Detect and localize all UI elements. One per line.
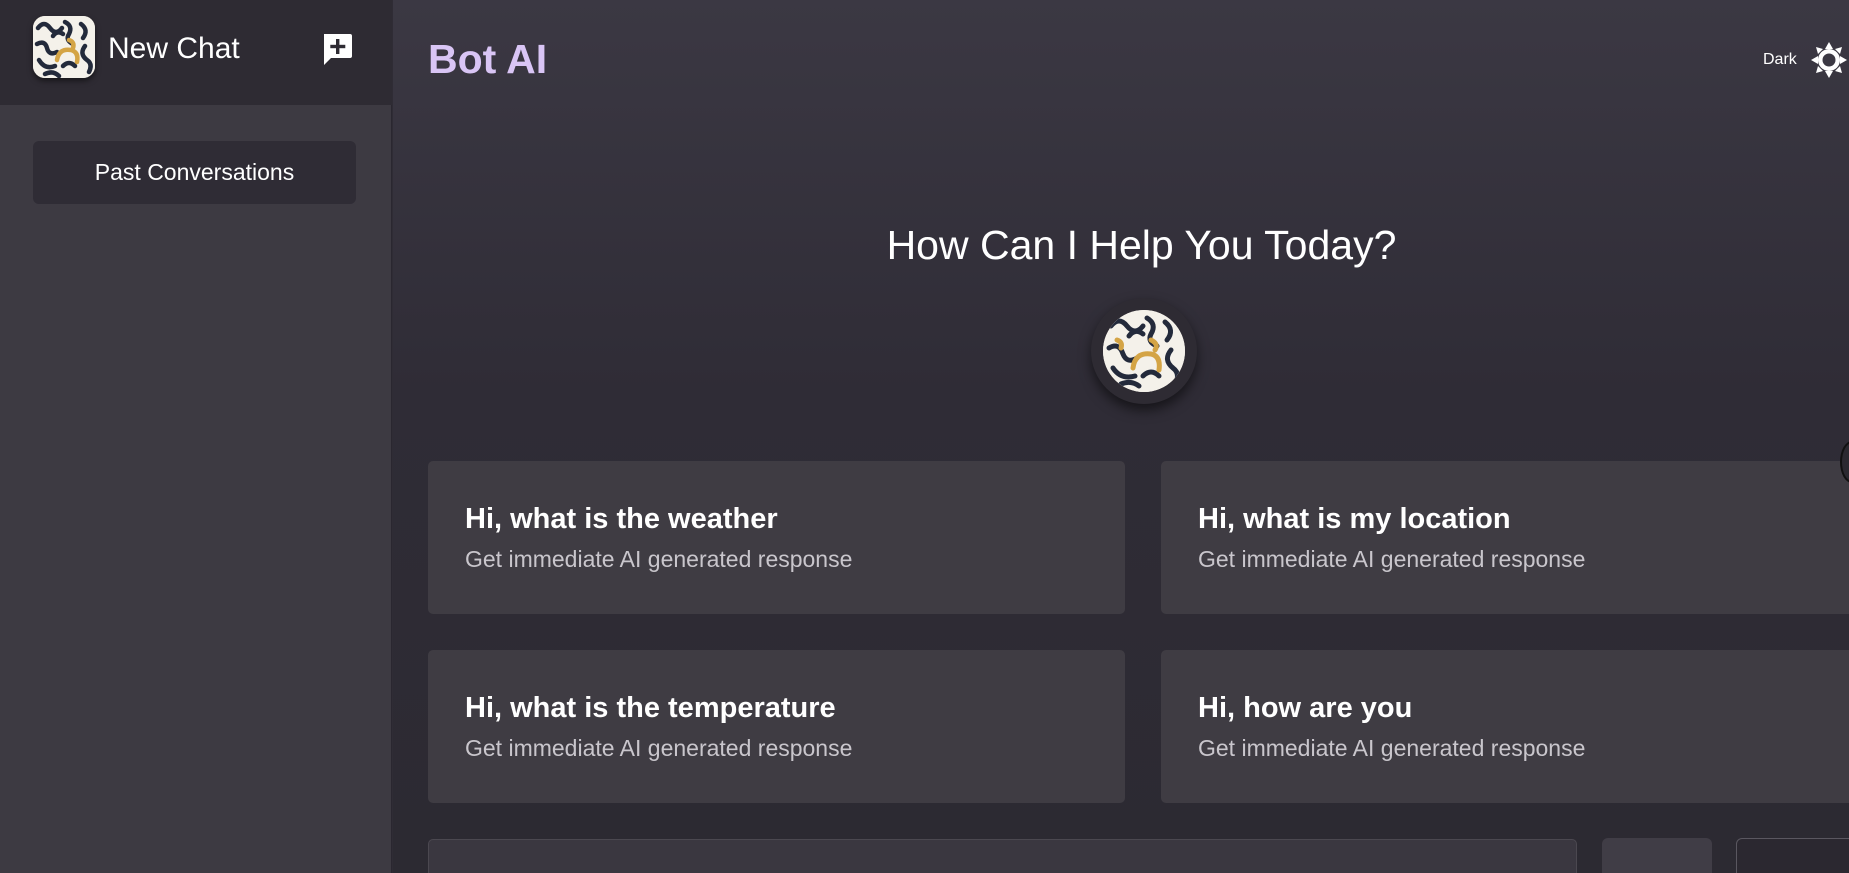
past-conversations-button[interactable]: Past Conversations bbox=[33, 141, 356, 204]
suggestion-card[interactable]: Hi, what is my location Get immediate AI… bbox=[1161, 461, 1849, 614]
suggestion-card[interactable]: Hi, what is the weather Get immediate AI… bbox=[428, 461, 1125, 614]
suggestion-subtitle: Get immediate AI generated response bbox=[1198, 735, 1586, 761]
new-chat-label[interactable]: New Chat bbox=[108, 32, 240, 66]
doodle-logo-icon bbox=[1103, 310, 1185, 392]
suggestion-title: Hi, what is the weather bbox=[465, 503, 778, 535]
theme-label: Dark bbox=[1763, 51, 1797, 68]
headline: How Can I Help You Today? bbox=[886, 222, 1397, 268]
suggestion-subtitle: Get immediate AI generated response bbox=[1198, 546, 1586, 572]
suggestion-card[interactable]: Hi, how are you Get immediate AI generat… bbox=[1161, 650, 1849, 803]
app-window: New Chat Past Conversations Bot AI Dark bbox=[0, 0, 1849, 873]
suggestion-card[interactable]: Hi, what is the temperature Get immediat… bbox=[428, 650, 1125, 803]
sidebar: New Chat Past Conversations bbox=[0, 0, 392, 873]
suggestion-title: Hi, what is the temperature bbox=[465, 692, 836, 724]
message-input[interactable] bbox=[428, 839, 1577, 873]
bot-avatar bbox=[1091, 298, 1197, 404]
suggestion-subtitle: Get immediate AI generated response bbox=[465, 735, 853, 761]
doodle-logo-icon[interactable] bbox=[33, 16, 95, 78]
suggestion-title: Hi, how are you bbox=[1198, 692, 1413, 724]
suggestion-title: Hi, what is my location bbox=[1198, 503, 1511, 535]
ask-button[interactable] bbox=[1602, 838, 1712, 873]
add-chat-icon[interactable] bbox=[321, 32, 353, 66]
app-title: Bot AI bbox=[428, 36, 548, 82]
sidebar-header: New Chat bbox=[0, 0, 392, 105]
save-button[interactable] bbox=[1736, 838, 1849, 873]
sun-icon[interactable] bbox=[1811, 42, 1847, 78]
suggestion-subtitle: Get immediate AI generated response bbox=[465, 546, 853, 572]
main-panel: Bot AI Dark How Can I Help You Today? Hi… bbox=[393, 0, 1849, 873]
